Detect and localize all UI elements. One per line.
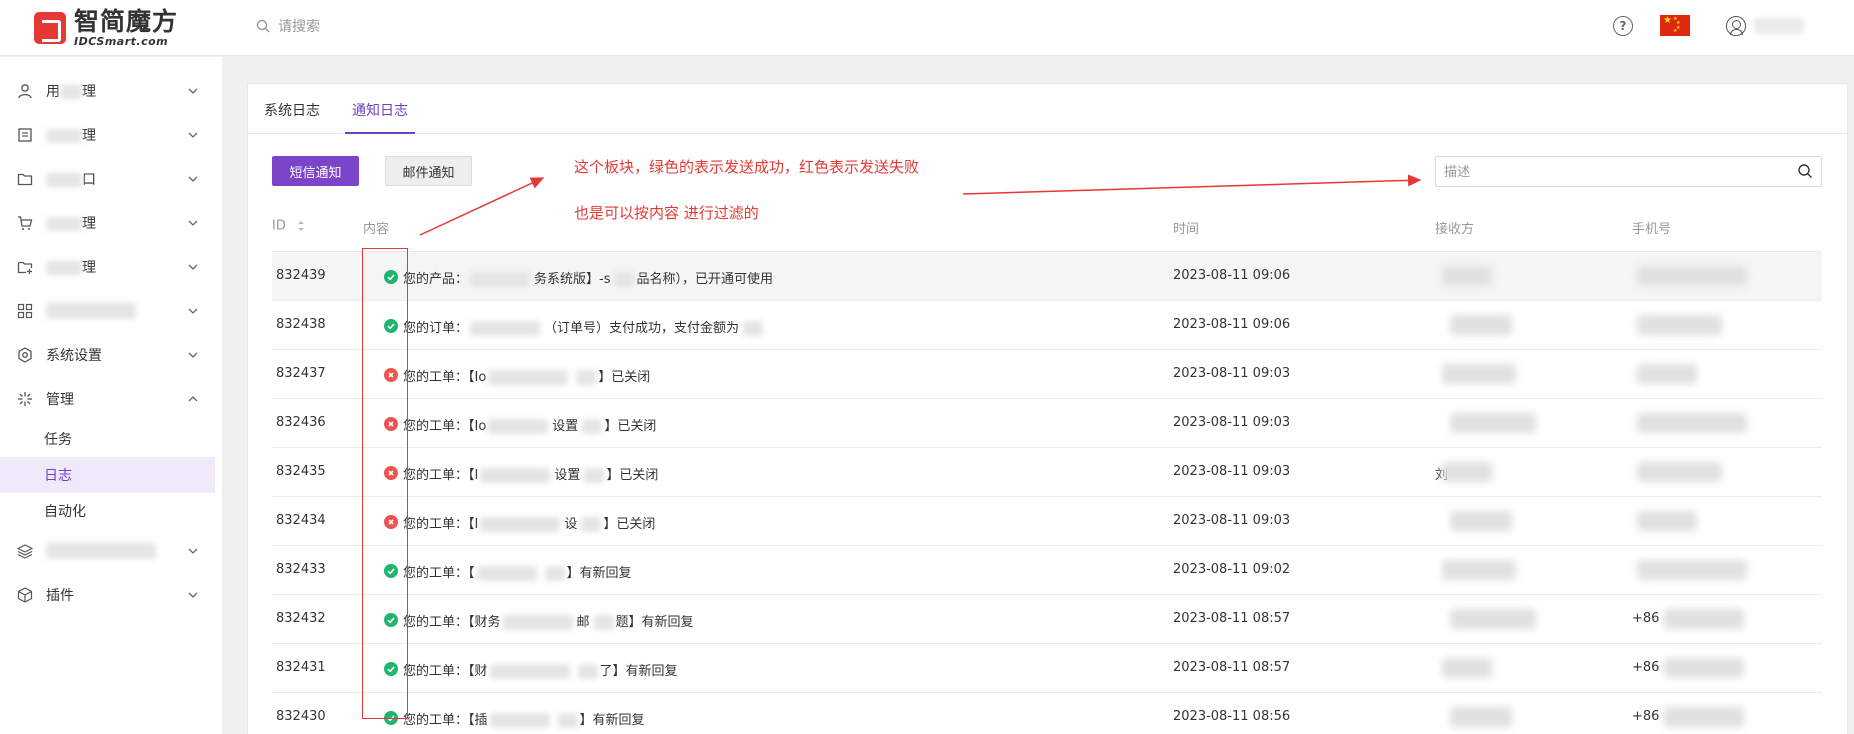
annotation-arrow-right xyxy=(962,174,1422,195)
annotation-arrows xyxy=(419,174,1422,236)
annotation-highlight-box xyxy=(362,248,408,719)
annotation-arrow-left xyxy=(419,177,545,236)
